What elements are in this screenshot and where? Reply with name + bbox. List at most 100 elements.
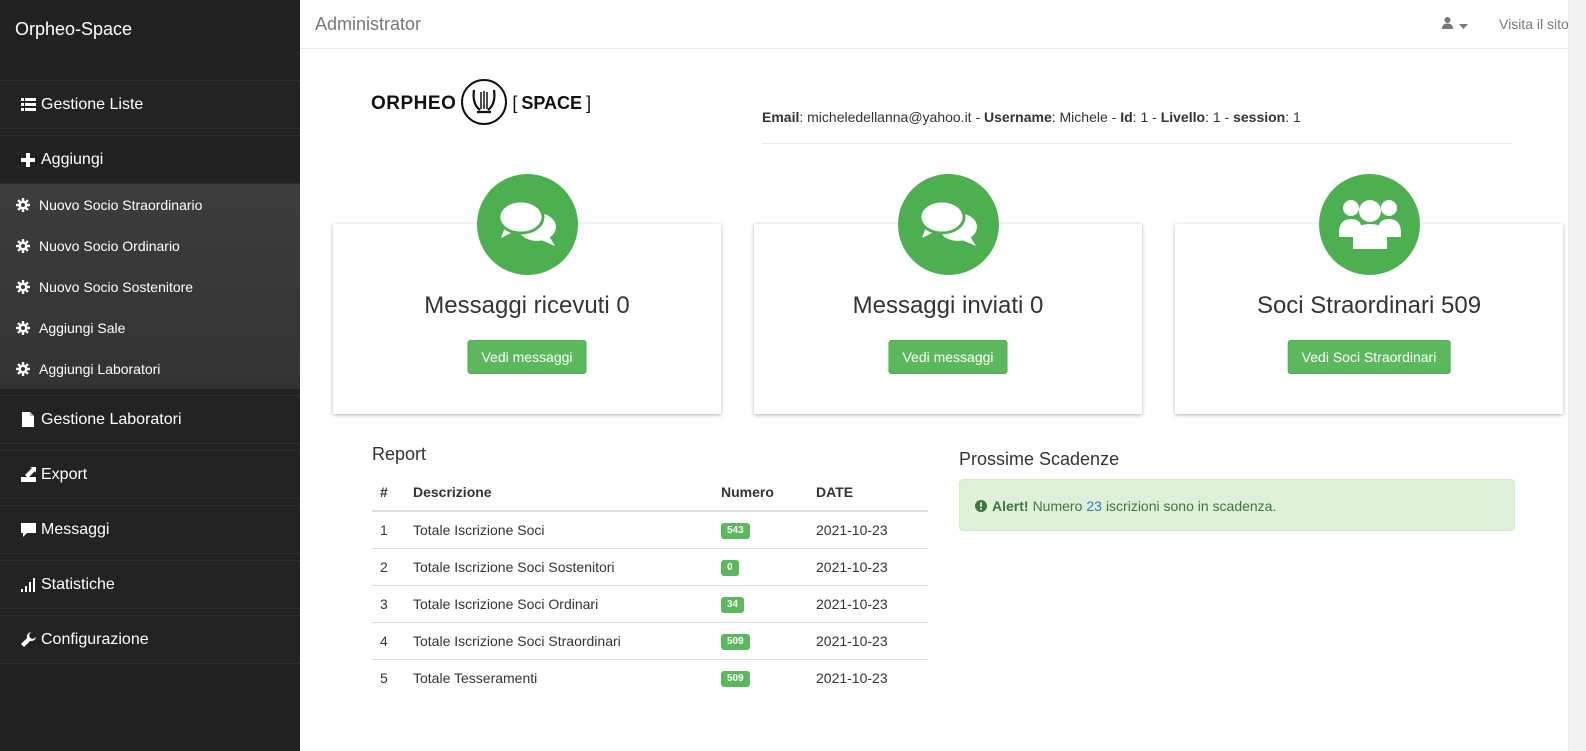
- row-index: 1: [372, 511, 405, 549]
- count-badge: 543: [721, 523, 750, 540]
- row-date: 2021-10-23: [808, 511, 928, 549]
- submenu-item-nuovo-socio-sostenitore[interactable]: Nuovo Socio Sostenitore: [0, 266, 300, 307]
- cog-icon: [16, 361, 30, 376]
- id-value: 1: [1140, 109, 1149, 125]
- lyre-icon: [460, 78, 508, 129]
- cog-icon: [16, 238, 30, 253]
- submenu-item-label: Nuovo Socio Ordinario: [39, 237, 180, 254]
- alert-strong: Alert!: [992, 498, 1029, 514]
- brand-title[interactable]: Orpheo-Space: [0, 0, 300, 58]
- row-date: 2021-10-23: [808, 622, 928, 660]
- submenu-item-label: Aggiungi Sale: [39, 319, 126, 336]
- signal-icon: [20, 577, 36, 593]
- sidebar-item-label: Gestione Laboratori: [41, 410, 182, 428]
- sidebar: Orpheo-Space Gestione Liste Aggiungi Nuo…: [0, 0, 300, 751]
- row-date: 2021-10-23: [808, 585, 928, 623]
- row-date: 2021-10-23: [808, 548, 928, 586]
- comment-icon: [20, 522, 36, 538]
- comments-icon: [497, 199, 557, 249]
- row-index: 3: [372, 585, 405, 623]
- card-title: Soci Straordinari 509: [1256, 292, 1482, 319]
- alert-number: 23: [1086, 498, 1102, 514]
- orpheo-space-logo: ORPHEO [SPACE]: [371, 78, 591, 129]
- row-index: 2: [372, 548, 405, 586]
- column-header: DATE: [808, 474, 928, 512]
- table-row: 1 Totale Iscrizione Soci 543 2021-10-23: [372, 511, 928, 549]
- submenu-item-nuovo-socio-straordinario[interactable]: Nuovo Socio Straordinario: [0, 184, 300, 225]
- logo-word-space-text: SPACE: [521, 93, 583, 113]
- sidebar-submenu-aggiungi: Nuovo Socio Straordinario Nuovo Socio Or…: [0, 184, 300, 389]
- user-menu-toggle[interactable]: [1442, 16, 1468, 32]
- card-icon-circle: [1319, 174, 1420, 275]
- submenu-item-label: Nuovo Socio Sostenitore: [39, 278, 194, 295]
- column-header: Numero: [713, 474, 808, 512]
- sidebar-item-messaggi[interactable]: Messaggi: [0, 505, 300, 554]
- count-badge: 34: [721, 597, 745, 613]
- row-index: 4: [372, 622, 405, 660]
- logo-bracket-close: ]: [586, 93, 592, 113]
- submenu-item-label: Aggiungi Laboratori: [39, 360, 161, 377]
- row-description: Totale Iscrizione Soci: [405, 511, 713, 549]
- sidebar-item-aggiungi[interactable]: Aggiungi: [0, 135, 300, 184]
- page-scrollbar[interactable]: [1568, 0, 1586, 751]
- sidebar-item-configurazione[interactable]: Configurazione: [0, 615, 300, 664]
- table-row: 5 Totale Tesseramenti 509 2021-10-23: [372, 659, 928, 696]
- sidebar-item-statistiche[interactable]: Statistiche: [0, 560, 300, 609]
- row-description: Totale Iscrizione Soci Ordinari: [405, 585, 713, 623]
- logo-word-space: [SPACE]: [512, 93, 591, 114]
- column-header: #: [372, 474, 405, 512]
- email-label: Email: [762, 109, 800, 125]
- list-icon: [20, 97, 36, 113]
- plus-icon: [20, 152, 36, 168]
- table-row: 4 Totale Iscrizione Soci Straordinari 50…: [372, 622, 928, 660]
- user-icon: [1442, 16, 1453, 32]
- username-value: Michele: [1059, 109, 1108, 125]
- count-badge: 509: [721, 634, 750, 650]
- cog-icon: [16, 197, 30, 212]
- card-icon-circle: [898, 174, 999, 275]
- sidebar-item-gestione-liste[interactable]: Gestione Liste: [0, 80, 300, 129]
- card-messaggi-inviati: Messaggi inviati 0 Vedi messaggi: [754, 174, 1142, 414]
- sidebar-item-label: Statistiche: [41, 575, 115, 593]
- file-icon: [20, 412, 36, 428]
- submenu-item-label: Nuovo Socio Straordinario: [39, 196, 203, 213]
- logo-word-orpheo: ORPHEO: [371, 92, 457, 114]
- page-title: Administrator: [315, 14, 422, 34]
- visit-site-link[interactable]: Visita il sito: [1499, 16, 1569, 32]
- column-header: Descrizione: [405, 474, 713, 512]
- alert-text-post: iscrizioni sono in scadenza.: [1105, 498, 1277, 514]
- vedi-soci-straordinari-button[interactable]: Vedi Soci Straordinari: [1287, 340, 1451, 374]
- vedi-messaggi-ricevuti-button[interactable]: Vedi messaggi: [467, 340, 587, 374]
- alert-text-pre: Numero: [1032, 498, 1083, 514]
- sidebar-item-label: Aggiungi: [41, 150, 104, 168]
- count-badge: 0: [721, 560, 739, 576]
- username-label: Username: [984, 109, 1052, 125]
- chevron-down-icon: [1459, 16, 1468, 32]
- card-icon-circle: [477, 174, 578, 275]
- table-row: 3 Totale Iscrizione Soci Ordinari 34 202…: [372, 585, 928, 623]
- level-label: Livello: [1160, 109, 1206, 125]
- vedi-messaggi-inviati-button[interactable]: Vedi messaggi: [888, 340, 1008, 374]
- sidebar-item-export[interactable]: Export: [0, 450, 300, 499]
- email-value: micheledellanna@yahoo.it: [807, 109, 972, 125]
- sidebar-item-gestione-laboratori[interactable]: Gestione Laboratori: [0, 395, 300, 444]
- row-description: Totale Iscrizione Soci Straordinari: [405, 622, 713, 660]
- card-title: Messaggi inviati 0: [852, 292, 1044, 319]
- row-description: Totale Tesseramenti: [413, 669, 538, 686]
- user-info: Email: micheledellanna@yahoo.it - Userna…: [762, 109, 1301, 125]
- deadline-alert: Alert! Numero 23 iscrizioni sono in scadenz…: [959, 479, 1515, 531]
- card-messaggi-ricevuti: Messaggi ricevuti 0 Vedi messaggi: [333, 174, 721, 414]
- submenu-item-nuovo-socio-ordinario[interactable]: Nuovo Socio Ordinario: [0, 225, 300, 266]
- divider: [762, 143, 1512, 144]
- report-title: Report: [372, 444, 427, 464]
- sidebar-item-label: Gestione Liste: [41, 95, 144, 113]
- report-table: # Descrizione Numero DATE 1 Totale Iscri…: [372, 474, 928, 696]
- count-badge: 509: [721, 671, 750, 688]
- sidebar-item-label: Configurazione: [41, 630, 149, 648]
- submenu-item-aggiungi-laboratori[interactable]: Aggiungi Laboratori: [0, 348, 300, 389]
- export-icon: [20, 467, 36, 483]
- deadlines-title: Prossime Scadenze: [959, 449, 1120, 469]
- table-header-row: # Descrizione Numero DATE: [372, 474, 928, 512]
- submenu-item-aggiungi-sale[interactable]: Aggiungi Sale: [0, 307, 300, 348]
- session-label: session: [1233, 109, 1286, 125]
